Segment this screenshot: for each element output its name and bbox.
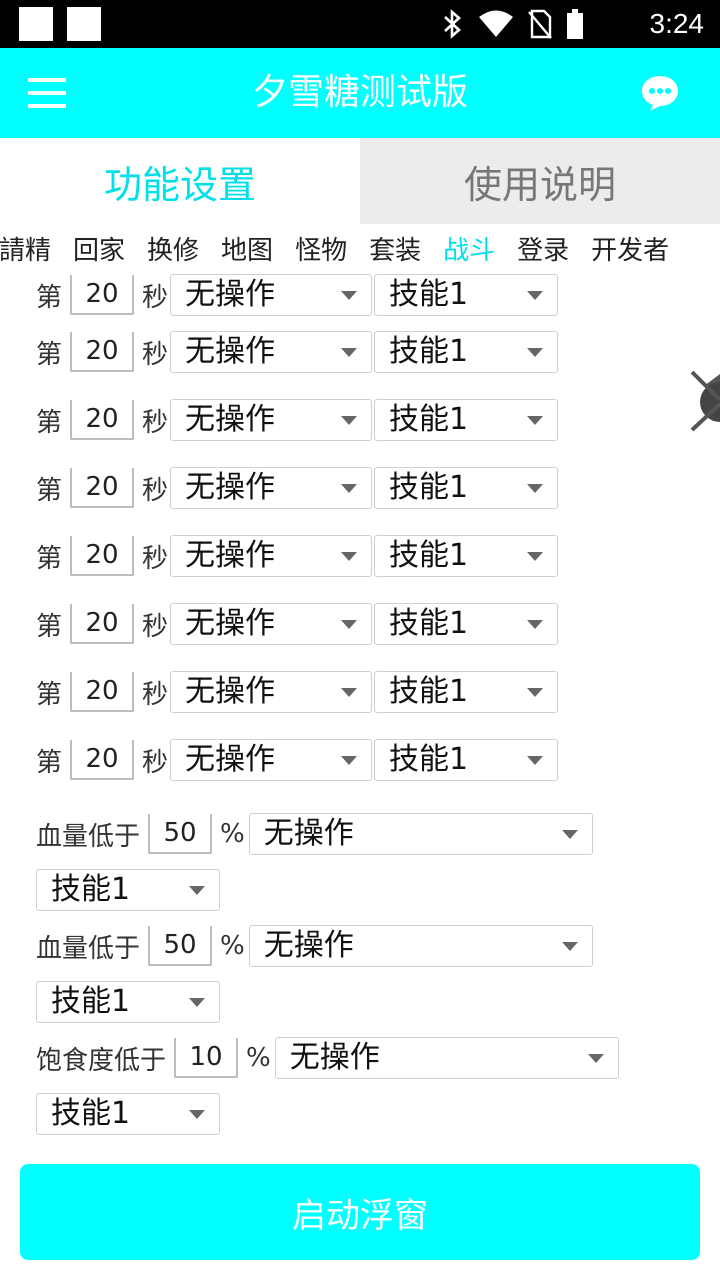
action-select[interactable]: 无操作	[170, 603, 373, 645]
action-select[interactable]: 无操作	[248, 925, 593, 967]
no-sim-icon	[528, 9, 552, 39]
dropdown-arrow-icon	[341, 416, 358, 425]
dropdown-arrow-icon	[341, 348, 358, 357]
dropdown-arrow-icon	[527, 756, 544, 765]
action-select[interactable]: 无操作	[170, 739, 373, 781]
hamburger-menu-icon	[28, 78, 66, 82]
timed-action-row: 第 20 秒 无操作 技能1	[36, 658, 716, 726]
action-select[interactable]: 无操作	[170, 535, 373, 577]
dropdown-arrow-icon	[189, 886, 205, 895]
hp-threshold-input[interactable]: 50	[148, 926, 213, 966]
skill-select[interactable]: 技能1	[374, 331, 559, 373]
timed-action-row: 第 20 秒 无操作 技能1	[36, 590, 716, 658]
timed-action-row: 第 20 秒 无操作 技能1	[36, 386, 716, 454]
dropdown-arrow-icon	[561, 942, 578, 951]
dropdown-arrow-icon	[527, 291, 544, 300]
seconds-input[interactable]: 20	[70, 536, 135, 576]
action-select[interactable]: 无操作	[248, 813, 593, 855]
seconds-input[interactable]: 20	[70, 468, 135, 508]
action-select[interactable]: 无操作	[170, 467, 373, 509]
tab-function-settings[interactable]: 功能设置	[0, 138, 360, 224]
dropdown-arrow-icon	[341, 484, 358, 493]
skill-select[interactable]: 技能1	[374, 739, 559, 781]
skill-select[interactable]: 技能1	[374, 274, 559, 316]
skill-select[interactable]: 技能1	[374, 671, 559, 713]
menu-button[interactable]	[28, 78, 66, 108]
dropdown-arrow-icon	[561, 830, 578, 839]
clock: 3:24	[649, 8, 705, 39]
timed-action-row: 第 20 秒 无操作 技能1	[36, 454, 716, 522]
chat-bubble-icon[interactable]	[640, 73, 680, 113]
hp-condition-row: 血量低于 50 % 无操作	[36, 918, 716, 974]
seconds-input[interactable]: 20	[70, 604, 135, 644]
battery-icon	[567, 9, 583, 39]
action-select[interactable]: 无操作	[170, 274, 373, 316]
seconds-input[interactable]: 20	[70, 275, 135, 315]
skill-select[interactable]: 技能1	[374, 467, 559, 509]
action-select[interactable]: 无操作	[170, 399, 373, 441]
seconds-input[interactable]: 20	[70, 672, 135, 712]
dropdown-arrow-icon	[527, 348, 544, 357]
action-select[interactable]: 无操作	[274, 1037, 619, 1079]
dropdown-arrow-icon	[189, 998, 205, 1007]
hunger-threshold-input[interactable]: 10	[174, 1038, 239, 1078]
notification-icon	[19, 7, 53, 41]
dropdown-arrow-icon	[341, 552, 358, 561]
hp-condition-row: 血量低于 50 % 无操作	[36, 806, 716, 862]
app-title: 夕雪糖测试版	[251, 72, 468, 113]
dropdown-arrow-icon	[527, 688, 544, 697]
seconds-input[interactable]: 20	[70, 400, 135, 440]
status-bar: 3:24	[0, 0, 720, 48]
dropdown-arrow-icon	[527, 484, 544, 493]
seconds-input[interactable]: 20	[70, 332, 135, 372]
dropdown-arrow-icon	[587, 1054, 604, 1063]
timed-action-row: 第 20 秒 无操作 技能1	[36, 726, 716, 794]
skill-select[interactable]: 技能1	[36, 981, 220, 1023]
seconds-input[interactable]: 20	[70, 740, 135, 780]
bluetooth-icon	[444, 9, 461, 39]
dropdown-arrow-icon	[189, 1110, 205, 1119]
app-bar: 夕雪糖测试版	[0, 48, 720, 138]
dropdown-arrow-icon	[341, 620, 358, 629]
hunger-condition-row: 饱食度低于 10 % 无操作	[36, 1030, 716, 1086]
skill-select[interactable]: 技能1	[374, 603, 559, 645]
dropdown-arrow-icon	[527, 620, 544, 629]
notification-icon	[67, 7, 101, 41]
dropdown-arrow-icon	[341, 291, 358, 300]
skill-select[interactable]: 技能1	[36, 869, 220, 911]
wifi-icon	[479, 10, 513, 37]
tab-instructions[interactable]: 使用说明	[360, 138, 720, 224]
floating-window-handle-icon[interactable]	[690, 366, 720, 436]
timed-action-row: 第 20 秒 无操作 技能1	[36, 318, 716, 386]
skill-select[interactable]: 技能1	[36, 1093, 220, 1135]
hp-threshold-input[interactable]: 50	[148, 814, 213, 854]
dropdown-arrow-icon	[527, 552, 544, 561]
battle-settings: 第 20 秒 无操作 技能1 第 20 秒 无操作 技能1 第 20 秒 无操作…	[36, 272, 716, 1142]
timed-action-row: 第 20 秒 无操作 技能1	[36, 522, 716, 590]
skill-select[interactable]: 技能1	[374, 535, 559, 577]
start-floating-window-button[interactable]: 启动浮窗	[20, 1164, 700, 1260]
dropdown-arrow-icon	[527, 416, 544, 425]
skill-select[interactable]: 技能1	[374, 399, 559, 441]
timed-action-row: 第 20 秒 无操作 技能1	[36, 272, 716, 318]
action-select[interactable]: 无操作	[170, 331, 373, 373]
dropdown-arrow-icon	[341, 756, 358, 765]
action-select[interactable]: 无操作	[170, 671, 373, 713]
dropdown-arrow-icon	[341, 688, 358, 697]
main-tabs: 功能设置 使用说明	[0, 138, 720, 224]
